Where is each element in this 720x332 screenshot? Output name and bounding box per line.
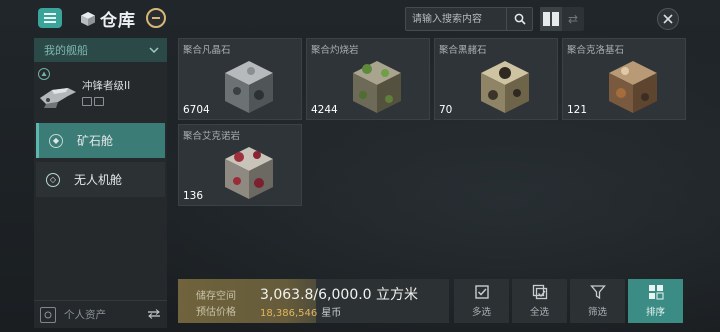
multi-select-label: 多选 [471,307,491,318]
ship-badge-icon [38,68,50,80]
estimated-value-label: 预估价格 [196,307,236,318]
select-all-button[interactable]: 全选 [512,279,567,323]
sort-label: 排序 [645,307,665,318]
sort-icon [648,285,663,300]
menu-button[interactable] [38,8,62,28]
item-card[interactable]: 聚合克洛基石 121 [562,38,686,120]
item-card[interactable]: 聚合黑赭石 70 [434,38,558,120]
ore-hold-icon: ◆ [49,133,63,148]
storage-space-label: 储存空间 [196,291,236,302]
close-icon [663,14,673,24]
ore-icon [481,61,529,113]
search-box [405,7,533,31]
view-toggle: ⇄ [540,7,584,31]
title-wrap: 仓库 [80,6,136,31]
assets-icon [40,306,56,323]
drone-hold-icon: ◇ [46,172,60,187]
item-quantity: 121 [567,104,588,116]
swap-icon[interactable] [147,309,161,319]
checkbox-icon [474,285,489,299]
ship-image [40,88,76,108]
item-card[interactable]: 聚合艾克诺岩 136 [178,124,302,206]
grid-view-icon[interactable] [540,7,562,31]
cube-icon [81,11,95,26]
multi-select-button[interactable]: 多选 [454,279,509,323]
sidebar-item-label: 无人机舱 [74,173,123,187]
item-quantity: 6704 [183,104,210,116]
item-quantity: 136 [183,190,204,202]
estimated-value: 18,386,546 星币 [260,304,341,319]
page-title: 仓库 [100,11,136,31]
close-button[interactable] [657,8,679,30]
item-quantity: 70 [439,104,453,116]
swap-view-icon[interactable]: ⇄ [562,7,584,31]
item-name: 聚合克洛基石 [567,45,625,56]
sidebar-item-ore-hold[interactable]: ◆ 矿石舱 [36,123,165,158]
personal-assets-button[interactable]: 个人资产 [34,300,167,328]
search-input[interactable] [406,8,506,30]
personal-assets-label: 个人资产 [64,309,106,321]
menu-icon [44,13,56,15]
item-name: 聚合凡晶石 [183,45,231,56]
filter-label: 筛选 [587,307,607,318]
ore-icon [353,61,401,113]
currency-label: 星币 [321,308,342,319]
search-icon[interactable] [506,8,532,30]
chevron-down-icon [149,47,159,53]
filter-icon [589,285,606,300]
storage-panel: 储存空间 预估价格 3,063.8/6,000.0 立方米 18,386,546… [178,279,449,323]
estimated-value-number: 18,386,546 [260,308,318,319]
item-grid: 聚合凡晶石 6704 聚合灼烧岩 4244 聚合黑赭石 70 聚合克洛基石 12… [178,38,686,278]
ore-icon [225,61,273,113]
ships-dropdown[interactable]: 我的舰船 [34,38,167,62]
sidebar-item-label: 矿石舱 [77,134,114,148]
item-name: 聚合艾克诺岩 [183,131,241,142]
ships-dropdown-label: 我的舰船 [44,44,88,57]
ore-icon [225,147,273,199]
minus-icon [152,17,160,19]
sort-button[interactable]: 排序 [628,279,683,323]
sidebar-item-drone-hold[interactable]: ◇ 无人机舱 [36,162,165,197]
storage-volume: 3,063.8/6,000.0 立方米 [260,287,419,303]
item-name: 聚合黑赭石 [439,45,487,56]
info-button[interactable] [146,8,166,28]
item-card[interactable]: 聚合灼烧岩 4244 [306,38,430,120]
sidebar: 我的舰船 冲锋者级II ◆ 矿石舱 ◇ 无人机舱 个人资产 [34,38,167,328]
item-name: 聚合灼烧岩 [311,45,359,56]
item-quantity: 4244 [311,104,338,116]
select-all-icon [532,284,547,300]
select-all-label: 全选 [529,307,549,318]
item-card[interactable]: 聚合凡晶石 6704 [178,38,302,120]
filter-button[interactable]: 筛选 [570,279,625,323]
top-bar: 仓库 ⇄ [0,0,720,36]
ship-status-icons [82,97,104,106]
ship-name: 冲锋者级II [82,80,131,92]
ore-icon [609,61,657,113]
